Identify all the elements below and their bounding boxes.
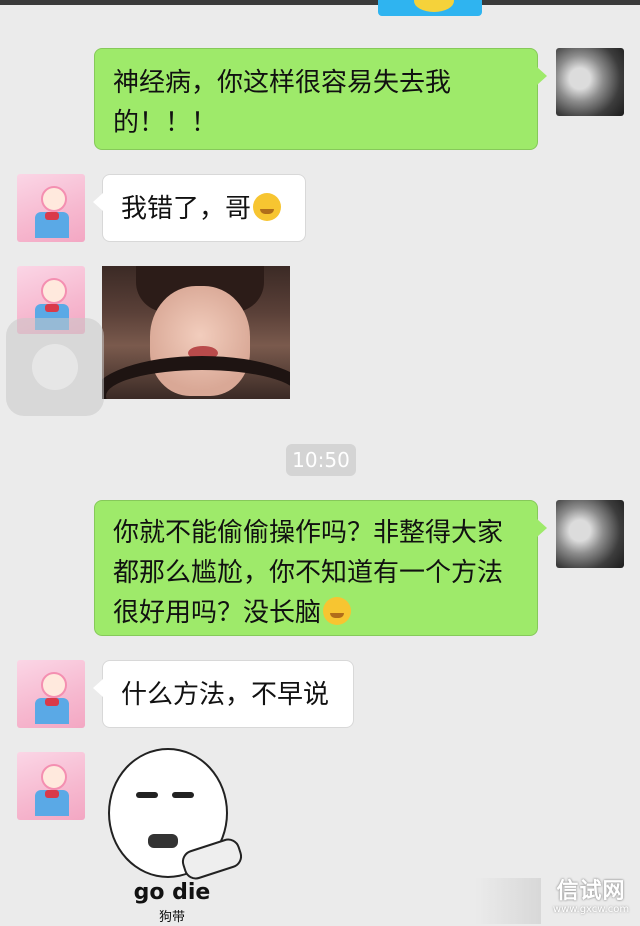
avatar-figure-bow <box>45 304 59 312</box>
message-text: 你就不能偷偷操作吗？非整得大家都那么尴尬，你不知道有一个方法很好用吗？没长脑 <box>113 518 504 628</box>
sticker-mouth <box>148 834 178 848</box>
message-text: 什么方法，不早说 <box>121 680 330 710</box>
message-bubble-received[interactable]: 什么方法，不早说 <box>93 660 354 728</box>
watermark-name: 信试网 <box>556 879 626 904</box>
sticker-left-eye <box>136 792 158 798</box>
message-bubble-sent[interactable]: 你就不能偷偷操作吗？非整得大家都那么尴尬，你不知道有一个方法很好用吗？没长脑 <box>94 500 547 636</box>
message-bubble-received[interactable]: 我错了，哥 <box>93 174 306 242</box>
sticker-right-eye <box>172 792 194 798</box>
avatar-self[interactable] <box>556 500 624 568</box>
avatar-figure-head <box>41 764 67 790</box>
watermark-logo-mark <box>475 878 541 924</box>
avatar-figure-head <box>41 672 67 698</box>
photo-steering-wheel <box>102 356 290 399</box>
avatar-self[interactable] <box>556 48 624 116</box>
message-text: 神经病，你这样很容易失去我的！！！ <box>113 68 452 138</box>
sticker-caption: go die <box>133 880 211 905</box>
crying-laughing-face-icon <box>323 597 352 625</box>
avatar-figure-bow <box>45 790 59 798</box>
partial-sticker-image[interactable] <box>378 0 482 16</box>
avatar-figure-bow <box>45 698 59 706</box>
assistive-touch-ring <box>32 344 78 390</box>
watermark: 信试网 www.gxcw.com <box>475 878 637 924</box>
hugging-face-icon <box>253 193 282 221</box>
timestamp-label: 10:50 <box>286 444 356 476</box>
message-text: 我错了，哥 <box>121 194 252 224</box>
avatar-figure-bow <box>45 212 59 220</box>
sticker-subcaption: 狗带 <box>158 910 185 925</box>
avatar-figure-head <box>41 278 67 304</box>
floating-assistive-touch-button[interactable] <box>6 318 104 416</box>
watermark-url: www.gxcw.com <box>552 904 630 915</box>
top-status-strip <box>0 0 640 5</box>
avatar-figure-head <box>41 186 67 212</box>
sticker-message[interactable]: go die 狗带 <box>102 748 246 925</box>
avatar-contact[interactable] <box>17 174 85 242</box>
photo-message[interactable] <box>102 266 290 399</box>
avatar-contact[interactable] <box>17 752 85 820</box>
message-bubble-sent[interactable]: 神经病，你这样很容易失去我的！！！ <box>94 48 547 150</box>
avatar-contact[interactable] <box>17 660 85 728</box>
